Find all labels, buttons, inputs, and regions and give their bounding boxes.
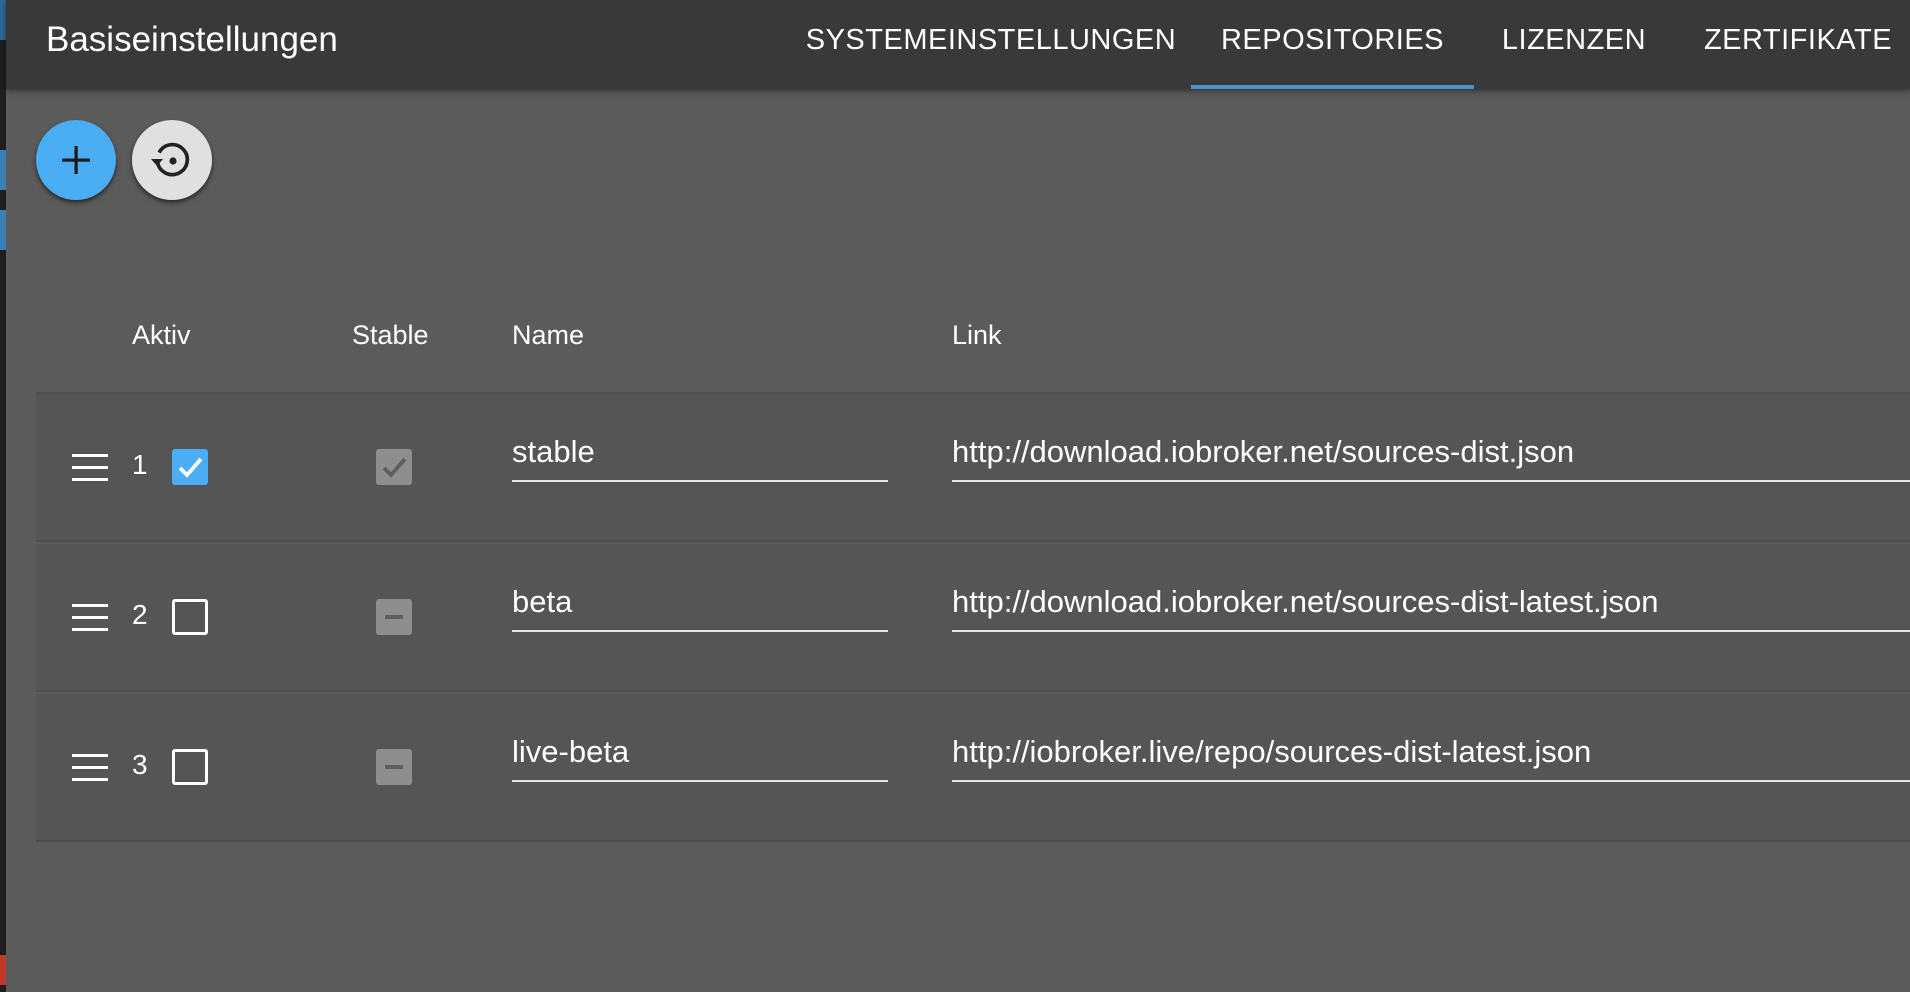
link-field[interactable] <box>952 576 1910 632</box>
indeterminate-icon <box>385 615 403 619</box>
name-field[interactable] <box>512 426 888 482</box>
drag-handle-icon[interactable] <box>72 454 108 482</box>
check-icon <box>178 457 203 478</box>
indeterminate-icon <box>385 765 403 769</box>
drag-handle-icon[interactable] <box>72 754 108 782</box>
name-input[interactable] <box>512 576 888 628</box>
active-checkbox[interactable] <box>172 749 208 785</box>
tab-zertifikate[interactable]: ZERTIFIKATE <box>1686 0 1910 80</box>
name-input[interactable] <box>512 726 888 778</box>
active-checkbox[interactable] <box>172 599 208 635</box>
check-icon <box>382 457 407 478</box>
name-field[interactable] <box>512 576 888 632</box>
link-input[interactable] <box>952 726 1910 778</box>
name-field[interactable] <box>512 726 888 782</box>
row-number: 2 <box>132 599 148 630</box>
stable-checkbox[interactable] <box>376 449 412 485</box>
row-number: 1 <box>132 449 148 480</box>
active-checkbox[interactable] <box>172 449 208 485</box>
tab-lizenzen[interactable]: LIZENZEN <box>1474 0 1674 80</box>
tab-systemeinstellungen[interactable]: SYSTEMEINSTELLUNGEN <box>791 0 1191 80</box>
tab-repositories[interactable]: REPOSITORIES <box>1191 0 1474 80</box>
left-edge-mark <box>0 150 6 190</box>
column-header-aktiv: Aktiv <box>132 320 191 350</box>
restore-icon <box>151 142 190 177</box>
column-header-link: Link <box>952 320 1002 350</box>
table-row: 1 <box>36 394 1910 542</box>
restore-defaults-button[interactable] <box>132 120 212 200</box>
plus-icon <box>62 146 90 174</box>
name-input[interactable] <box>512 426 888 478</box>
link-input[interactable] <box>952 576 1910 628</box>
app-bar: Basiseinstellungen SYSTEMEINSTELLUNGEN R… <box>6 0 1910 89</box>
add-repository-button[interactable] <box>36 120 116 200</box>
stable-checkbox[interactable] <box>376 599 412 635</box>
stable-checkbox[interactable] <box>376 749 412 785</box>
column-header-name: Name <box>512 320 585 350</box>
page-title: Basiseinstellungen <box>46 20 338 59</box>
column-header-stable: Stable <box>352 320 429 350</box>
link-input[interactable] <box>952 426 1910 478</box>
left-edge-mark <box>0 210 6 250</box>
drag-handle-icon[interactable] <box>72 604 108 632</box>
row-number: 3 <box>132 749 148 780</box>
left-edge-mark <box>0 955 6 985</box>
left-edge-strip <box>0 0 6 992</box>
link-field[interactable] <box>952 726 1910 782</box>
active-tab-indicator <box>1191 85 1474 89</box>
table-row: 3 <box>36 694 1910 842</box>
link-field[interactable] <box>952 426 1910 482</box>
table-row: 2 <box>36 544 1910 692</box>
